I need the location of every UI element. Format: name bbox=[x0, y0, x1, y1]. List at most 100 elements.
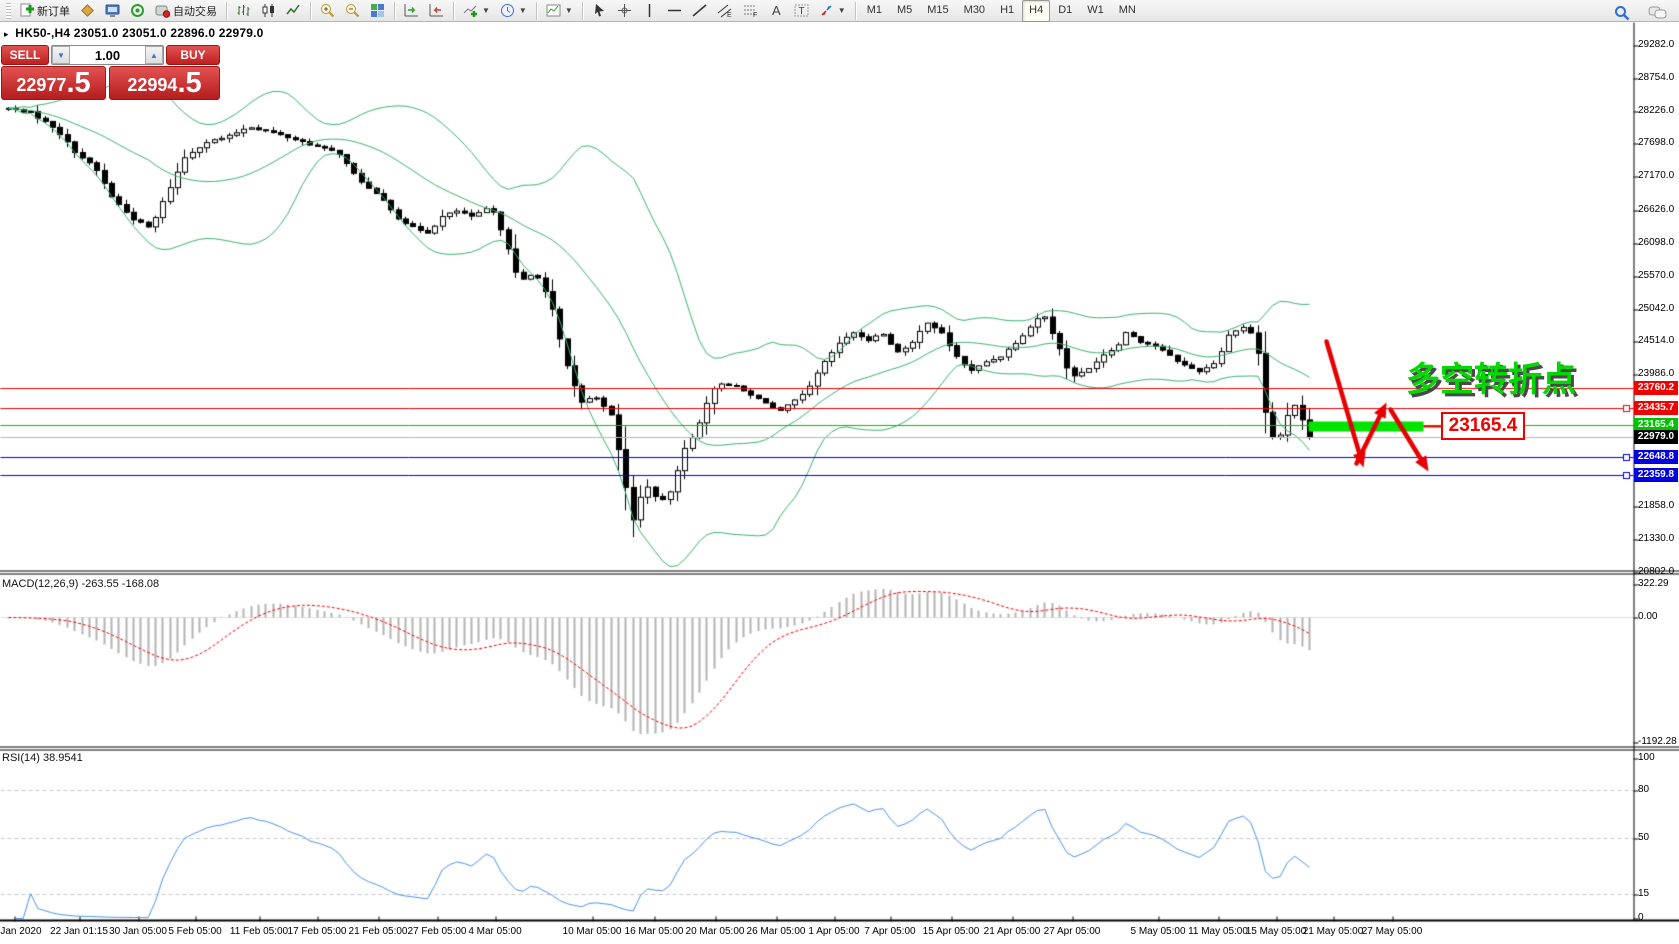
price-axis-tick: 27170.0 bbox=[1638, 170, 1674, 181]
volume-decrement-button[interactable]: ▼ bbox=[52, 46, 70, 64]
timeframe-button-m30[interactable]: M30 bbox=[957, 0, 992, 22]
timeframe-button-w1[interactable]: W1 bbox=[1080, 0, 1111, 22]
toolbar-separator bbox=[855, 2, 856, 20]
trendline-icon bbox=[692, 3, 707, 18]
timeframe-button-h4[interactable]: H4 bbox=[1022, 0, 1050, 22]
chat-button[interactable] bbox=[1643, 2, 1673, 24]
time-axis-label: 1 Apr 05:00 bbox=[808, 926, 859, 937]
search-button[interactable] bbox=[1609, 2, 1635, 24]
text-label-tool-button[interactable]: T bbox=[789, 0, 814, 22]
main-toolbar: 新订单 自动交易 ▼ ▼ ▼ E F A bbox=[0, 0, 1679, 22]
gold-cube-icon bbox=[80, 3, 95, 18]
timeframe-button-m15[interactable]: M15 bbox=[920, 0, 955, 22]
zoom-in-button[interactable] bbox=[315, 0, 340, 22]
macd-label: MACD(12,26,9) -263.55 -168.08 bbox=[2, 578, 159, 590]
tile-windows-button[interactable] bbox=[365, 0, 390, 22]
sell-price[interactable]: 22977.5 bbox=[1, 66, 106, 100]
clock-icon bbox=[500, 3, 515, 18]
new-order-button[interactable]: 新订单 bbox=[14, 0, 75, 22]
time-axis-label: 30 Jan 05:00 bbox=[109, 926, 167, 937]
time-axis-label: 15 Apr 05:00 bbox=[923, 926, 980, 937]
timeframe-button-h1[interactable]: H1 bbox=[993, 0, 1021, 22]
fibonacci-icon: F bbox=[743, 3, 759, 18]
macd-value-signal: -168.08 bbox=[122, 578, 159, 590]
periods-button[interactable]: ▼ bbox=[495, 0, 532, 22]
price-axis-tick: 28754.0 bbox=[1638, 72, 1674, 83]
buy-price-main: 22994 bbox=[127, 72, 177, 98]
level-price-label: 23760.2 bbox=[1634, 381, 1678, 395]
timeframe-button-m5[interactable]: M5 bbox=[890, 0, 919, 22]
time-axis-label: 20 Mar 05:00 bbox=[686, 926, 745, 937]
channel-tool-button[interactable]: E bbox=[712, 0, 738, 22]
time-axis-label: 27 May 05:00 bbox=[1362, 926, 1423, 937]
time-axis-label: 17 Feb 05:00 bbox=[288, 926, 347, 937]
crosshair-tool-button[interactable] bbox=[612, 0, 637, 22]
crosshair-icon bbox=[617, 3, 632, 18]
volume-input[interactable] bbox=[70, 46, 145, 64]
tile-windows-icon bbox=[370, 3, 385, 18]
terminal-icon bbox=[105, 3, 120, 18]
trendline-tool-button[interactable] bbox=[687, 0, 712, 22]
price-axis-tick: 26098.0 bbox=[1638, 237, 1674, 248]
level-price-label: 22648.8 bbox=[1634, 450, 1678, 464]
timeframe-button-d1[interactable]: D1 bbox=[1051, 0, 1079, 22]
rsi-axis-tick: 0 bbox=[1638, 912, 1644, 923]
market-watch-button[interactable] bbox=[75, 0, 100, 22]
templates-button[interactable]: ▼ bbox=[541, 0, 578, 22]
zoom-out-button[interactable] bbox=[340, 0, 365, 22]
time-axis-label: 27 Apr 05:00 bbox=[1044, 926, 1101, 937]
mt4-window: 新订单 自动交易 ▼ ▼ ▼ E F A bbox=[0, 0, 1679, 944]
signal-button[interactable] bbox=[125, 0, 150, 22]
turning-point-annotation: 多空转折点 bbox=[1406, 352, 1576, 401]
autotrade-button[interactable]: 自动交易 bbox=[150, 0, 222, 22]
one-click-trading-panel: SELL ▼ ▲ BUY 22977.5 22994.5 bbox=[1, 45, 220, 100]
text-label-icon: T bbox=[794, 3, 809, 18]
hline-tool-button[interactable] bbox=[662, 0, 687, 22]
time-axis-label: 10 Mar 05:00 bbox=[563, 926, 622, 937]
zoom-in-icon bbox=[320, 3, 335, 18]
vline-tool-button[interactable] bbox=[637, 0, 662, 22]
time-axis-label: 27 Feb 05:00 bbox=[408, 926, 467, 937]
auto-scroll-icon bbox=[404, 3, 419, 18]
level-price-label: 23435.7 bbox=[1634, 401, 1678, 415]
candlestick-icon bbox=[261, 3, 276, 18]
timeframe-button-mn[interactable]: MN bbox=[1112, 0, 1143, 22]
line-chart-button[interactable] bbox=[281, 0, 306, 22]
auto-scroll-button[interactable] bbox=[399, 0, 424, 22]
price-callout-box[interactable]: 23165.4 bbox=[1441, 412, 1525, 440]
volume-increment-button[interactable]: ▲ bbox=[145, 46, 163, 64]
price-axis-tick: 21330.0 bbox=[1638, 533, 1674, 544]
candlestick-button[interactable] bbox=[256, 0, 281, 22]
price-axis-tick: 29282.0 bbox=[1638, 39, 1674, 50]
cursor-tool-button[interactable] bbox=[587, 0, 612, 22]
fibonacci-tool-button[interactable]: F bbox=[738, 0, 764, 22]
time-axis-label: 7 Apr 05:00 bbox=[864, 926, 915, 937]
price-axis-tick: 24514.0 bbox=[1638, 335, 1674, 346]
horizontal-line-icon bbox=[667, 3, 682, 18]
level-price-label: 22359.8 bbox=[1634, 468, 1678, 482]
price-axis-tick: 25570.0 bbox=[1638, 270, 1674, 281]
indicators-button[interactable]: ▼ bbox=[458, 0, 495, 22]
terminal-button[interactable] bbox=[100, 0, 125, 22]
toolbar-separator bbox=[394, 2, 395, 20]
chart-shift-button[interactable] bbox=[424, 0, 449, 22]
bar-chart-button[interactable] bbox=[231, 0, 256, 22]
svg-text:F: F bbox=[753, 12, 757, 18]
price-axis-tick: 23986.0 bbox=[1638, 368, 1674, 379]
macd-value-main: -263.55 bbox=[81, 578, 118, 590]
timeframe-button-m1[interactable]: M1 bbox=[860, 0, 889, 22]
sell-price-main: 22977 bbox=[16, 72, 66, 98]
chevron-down-icon: ▼ bbox=[838, 6, 846, 15]
equidistant-channel-icon: E bbox=[717, 3, 733, 18]
arrows-tool-button[interactable]: ▼ bbox=[814, 0, 851, 22]
text-tool-button[interactable]: A bbox=[764, 0, 789, 22]
price-axis-tick: 26626.0 bbox=[1638, 204, 1674, 215]
buy-price[interactable]: 22994.5 bbox=[109, 66, 220, 100]
sell-button[interactable]: SELL bbox=[1, 45, 49, 65]
time-axis-label: 4 Mar 05:00 bbox=[468, 926, 521, 937]
time-axis-label: 21 Apr 05:00 bbox=[984, 926, 1041, 937]
buy-button[interactable]: BUY bbox=[166, 45, 220, 65]
macd-axis-tick: -1192.28 bbox=[1638, 736, 1677, 747]
chart-canvas[interactable] bbox=[0, 0, 1679, 944]
time-axis-label: 26 Mar 05:00 bbox=[747, 926, 806, 937]
